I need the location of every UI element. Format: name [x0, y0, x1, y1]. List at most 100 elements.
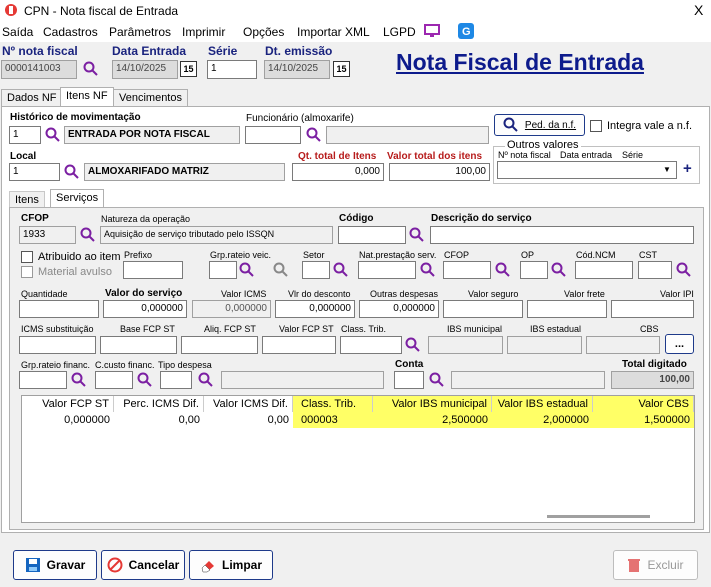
search-icon[interactable] — [420, 262, 436, 278]
ped-nf-button[interactable]: Ped. da n.f. — [494, 114, 585, 136]
seguro-input[interactable] — [443, 300, 523, 318]
grid-cell-valor-fcp[interactable]: 0,000000 — [22, 412, 114, 428]
op-input[interactable] — [520, 261, 548, 279]
tipo-despesa-input[interactable] — [160, 371, 192, 389]
search-icon[interactable] — [80, 227, 96, 243]
valor-total-label: Valor total dos itens — [387, 151, 483, 162]
search-icon[interactable] — [239, 262, 255, 278]
search-icon[interactable] — [551, 262, 567, 278]
total-digitado-label: Total digitado — [622, 359, 687, 370]
ncm-input[interactable] — [575, 261, 633, 279]
outros-valores-select[interactable] — [497, 161, 677, 179]
grid-cell-perc-icms-dif[interactable]: 0,00 — [114, 412, 204, 428]
gravar-button[interactable]: Gravar — [13, 550, 97, 580]
aliq-fcp-input[interactable] — [181, 336, 258, 354]
grid-header-valor-fcp[interactable]: Valor FCP ST — [22, 396, 114, 412]
search-icon[interactable] — [71, 372, 87, 388]
local-code-input[interactable]: 1 — [9, 163, 60, 181]
prefixo-input[interactable] — [123, 261, 183, 279]
conta-input[interactable] — [394, 371, 424, 389]
menu-lgpd[interactable]: LGPD — [383, 25, 416, 39]
search-icon[interactable] — [306, 127, 322, 143]
base-fcp-input[interactable] — [100, 336, 177, 354]
search-icon[interactable] — [198, 372, 214, 388]
valor-fcp-input[interactable] — [262, 336, 336, 354]
menu-imprimir[interactable]: Imprimir — [182, 25, 225, 39]
grp-rateio-input[interactable] — [209, 261, 237, 279]
serie-input[interactable]: 1 — [207, 60, 257, 79]
search-icon[interactable] — [45, 127, 61, 143]
atribuido-checkbox[interactable] — [21, 251, 33, 263]
servicos-grid[interactable]: Valor FCP ST Perc. ICMS Dif. Valor ICMS … — [21, 395, 695, 523]
google-icon[interactable]: G — [458, 23, 474, 39]
data-entrada-input[interactable]: 14/10/2025 — [112, 60, 178, 79]
cst-input[interactable] — [638, 261, 672, 279]
nat-prestacao-input[interactable] — [358, 261, 416, 279]
ipi-input[interactable] — [611, 300, 694, 318]
chevron-down-icon[interactable]: ▼ — [663, 165, 671, 174]
tab-itens-nf[interactable]: Itens NF — [60, 87, 114, 107]
grid-cell-class-trib[interactable]: 000003 — [293, 412, 373, 428]
vehicle-search-icon[interactable] — [273, 262, 289, 278]
grid-cell-valor-icms-dif[interactable]: 0,00 — [204, 412, 293, 428]
calendar-icon[interactable]: 15 — [180, 61, 197, 77]
horizontal-scrollbar[interactable] — [547, 515, 650, 518]
cfop-label: CFOP — [21, 213, 49, 224]
icms-sub-input[interactable] — [19, 336, 96, 354]
descricao-input[interactable] — [430, 226, 694, 244]
grid-header-class-trib[interactable]: Class. Trib. — [293, 396, 373, 412]
search-icon[interactable] — [429, 372, 445, 388]
tab-servicos[interactable]: Serviços — [50, 189, 105, 209]
menu-cadastros[interactable]: Cadastros — [43, 25, 98, 39]
outras-input[interactable]: 0,000000 — [359, 300, 439, 318]
codigo-input[interactable] — [338, 226, 406, 244]
cbs-ellipsis-button[interactable]: ... — [665, 334, 694, 354]
calendar-icon[interactable]: 15 — [333, 61, 350, 77]
add-button[interactable]: + — [683, 160, 692, 177]
grid-header-ibs-municipal[interactable]: Valor IBS municipal — [373, 396, 492, 412]
limpar-button[interactable]: Limpar — [189, 550, 273, 580]
class-trib-input[interactable] — [340, 336, 402, 354]
search-icon[interactable] — [495, 262, 511, 278]
grid-cell-ibs-estadual[interactable]: 2,000000 — [492, 412, 593, 428]
search-icon[interactable] — [333, 262, 349, 278]
search-icon[interactable] — [409, 227, 425, 243]
desconto-input[interactable]: 0,000000 — [275, 300, 355, 318]
cfop2-input[interactable] — [443, 261, 491, 279]
grid-header-perc-icms-dif[interactable]: Perc. ICMS Dif. — [114, 396, 204, 412]
valor-servico-input[interactable]: 0,000000 — [103, 300, 187, 318]
historico-code-input[interactable]: 1 — [9, 126, 41, 144]
excluir-button[interactable]: Excluir — [613, 550, 698, 580]
cfop-input[interactable]: 1933 — [19, 226, 76, 244]
tab-dados-nf[interactable]: Dados NF — [1, 89, 63, 107]
quantidade-input[interactable] — [19, 300, 99, 318]
funcionario-code-input[interactable] — [245, 126, 301, 144]
search-icon[interactable] — [83, 61, 99, 77]
grp-financ-input[interactable] — [19, 371, 67, 389]
grid-cell-cbs[interactable]: 1,500000 — [593, 412, 694, 428]
grid-header-cbs[interactable]: Valor CBS — [593, 396, 694, 412]
grid-header-ibs-estadual[interactable]: Valor IBS estadual — [492, 396, 593, 412]
custo-financ-input[interactable] — [95, 371, 133, 389]
menu-opcoes[interactable]: Opções — [243, 25, 284, 39]
menu-parametros[interactable]: Parâmetros — [109, 25, 171, 39]
setor-input[interactable] — [302, 261, 330, 279]
search-icon[interactable] — [137, 372, 153, 388]
tab-vencimentos[interactable]: Vencimentos — [113, 89, 188, 107]
tipo-despesa-label: Tipo despesa — [158, 360, 212, 370]
monitor-icon[interactable] — [424, 24, 440, 38]
grid-cell-ibs-municipal[interactable]: 2,500000 — [373, 412, 492, 428]
nota-input[interactable]: 0000141003 — [1, 60, 77, 79]
material-checkbox[interactable] — [21, 266, 33, 278]
menu-saida[interactable]: Saída — [2, 25, 33, 39]
menu-importar-xml[interactable]: Importar XML — [297, 25, 370, 39]
emissao-input[interactable]: 14/10/2025 — [264, 60, 330, 79]
cancelar-button[interactable]: Cancelar — [101, 550, 185, 580]
close-button[interactable]: X — [694, 2, 703, 18]
frete-input[interactable] — [527, 300, 607, 318]
search-icon[interactable] — [676, 262, 692, 278]
grid-header-valor-icms-dif[interactable]: Valor ICMS Dif. — [204, 396, 293, 412]
search-icon[interactable] — [405, 337, 421, 353]
integra-checkbox[interactable] — [590, 120, 602, 132]
search-icon[interactable] — [64, 164, 80, 180]
